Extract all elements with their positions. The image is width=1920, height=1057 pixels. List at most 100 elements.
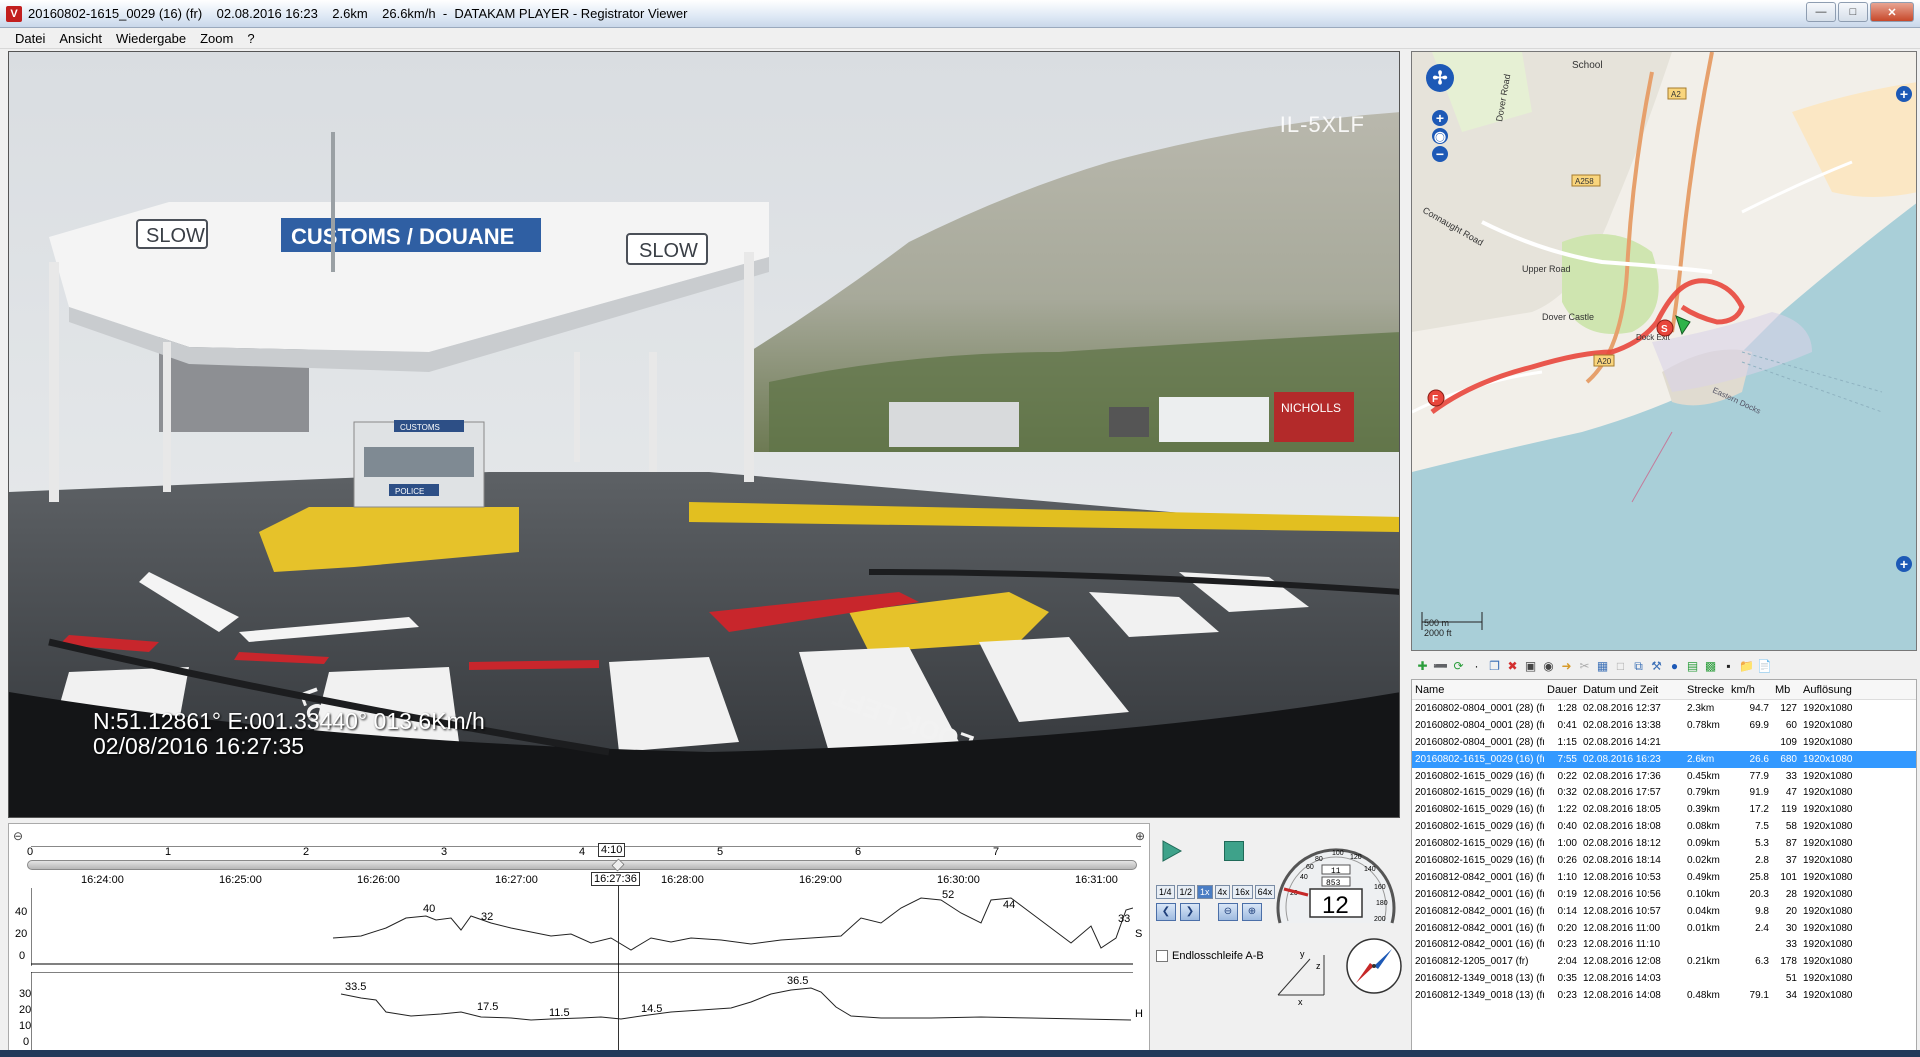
speed-16x-button[interactable]: 16x [1232,885,1253,899]
menu-help[interactable]: ? [240,31,261,46]
column-aufloesung[interactable]: Auflösung [1800,684,1858,696]
list-row[interactable]: 20160812-0842_0001 (16) (fr) 0:14 12.08.20… [1412,903,1916,920]
timeline-zoom-out-icon[interactable]: ⊖ [13,829,23,843]
map-canvas[interactable]: School A2 A258 Dover Road Connaught Road… [1412,52,1917,651]
chart-icon[interactable]: ▤ [1685,659,1700,674]
export-icon[interactable]: ➜ [1559,659,1574,674]
column-kmh[interactable]: km/h [1728,684,1772,696]
blank-icon[interactable]: □ [1613,659,1628,674]
list-row[interactable]: 20160812-0842_0001 (16) (fr) 0:20 12.08.20… [1412,920,1916,937]
list-row[interactable]: 20160802-1615_0029 (16) (fr) 0:26 02.08.20… [1412,852,1916,869]
maximize-icon[interactable]: □ [1838,2,1868,22]
list-row[interactable]: 20160812-1205_0017 (fr) 2:04 12.08.2016 12… [1412,953,1916,970]
next-icon[interactable]: ❯ [1180,903,1200,921]
app-icon: V [6,5,22,22]
cell-dauer: 0:19 [1557,888,1577,900]
list-row[interactable]: 20160802-0804_0001 (28) (fr) 1:15 02.08.20… [1412,734,1916,751]
cell-strecke: 0.49km [1687,871,1720,883]
list-row[interactable]: 20160802-1615_0029 (16) (fr) 0:40 02.08.20… [1412,818,1916,835]
cell-datum: 12.08.2016 10:56 [1583,888,1661,900]
speed-axis-0: 0 [19,950,26,962]
map-expand-bottom-icon[interactable]: + [1896,556,1912,572]
list-row[interactable]: 20160802-0804_0001 (28) (fr) 0:41 02.08.20… [1412,717,1916,734]
film-icon[interactable]: ▪ [1721,659,1736,674]
add-icon[interactable]: ✚ [1415,659,1430,674]
speed-half-button[interactable]: 1/2 [1176,885,1196,899]
time-tick: 16:30:00 [937,874,980,886]
gps-overlay: N:51.12861° E:001.33440° 013.6Km/h [93,708,485,734]
cell-strecke: 0.02km [1687,854,1720,866]
zoom-in-icon[interactable]: ⊕ [1242,903,1262,921]
loop-option[interactable]: Endlosschleife A-B [1156,950,1264,962]
speed-quarter-button[interactable]: 1/4 [1156,885,1175,899]
timeline-zoom-in-icon[interactable]: ⊕ [1135,829,1145,843]
remove-icon[interactable]: ➖ [1433,659,1448,674]
play-icon[interactable] [1160,839,1184,863]
cell-aufloesung: 1920x1080 [1803,871,1853,883]
map-zoom-in-icon[interactable]: + [1432,110,1448,126]
loop-checkbox[interactable] [1156,950,1168,962]
map-pan-icon[interactable]: ✢ [1426,64,1454,92]
map-globe-icon[interactable]: ◉ [1432,128,1448,144]
document-icon[interactable]: 📄 [1757,659,1772,674]
close-icon[interactable]: ✕ [1870,2,1914,22]
column-datum[interactable]: Datum und Zeit [1580,684,1684,696]
cell-aufloesung: 1920x1080 [1803,821,1853,833]
prev-icon[interactable]: ❮ [1156,903,1176,921]
list-row[interactable]: 20160802-1615_0029 (16) (fr) 1:00 02.08.20… [1412,835,1916,852]
list-row[interactable]: 20160812-0842_0001 (16) (fr) 0:19 12.08.20… [1412,886,1916,903]
cell-aufloesung: 1920x1080 [1803,787,1853,799]
list-row[interactable]: 20160802-1615_0029 (16) (fr) 0:32 02.08.20… [1412,784,1916,801]
list-row[interactable]: 20160812-0842_0001 (16) (fr) 1:10 12.08.20… [1412,869,1916,886]
column-strecke[interactable]: Strecke [1684,684,1728,696]
list-row[interactable]: 20160812-1349_0018 (13) (fr) 0:23 12.08.20… [1412,987,1916,1004]
speed-1x-button[interactable]: 1x [1197,885,1213,899]
speedo-tick-60: 60 [1306,864,1314,871]
list-row[interactable]: 20160802-1615_0029 (16) (fr) 1:22 02.08.20… [1412,801,1916,818]
cut-icon[interactable]: ✂ [1577,659,1592,674]
cell-aufloesung: 1920x1080 [1803,956,1853,968]
speed-4x-button[interactable]: 4x [1214,885,1231,899]
delete-icon[interactable]: ✖ [1505,659,1520,674]
menu-datei[interactable]: Datei [8,31,52,46]
map-expand-top-icon[interactable]: + [1896,86,1912,102]
video-frame[interactable]: NICHOLLS LOOK RIGHT LOOK LEFT SLO [8,51,1400,818]
speed-graph[interactable]: 40 32 52 44 33 [31,888,1133,966]
booth-label: CUSTOMS [400,423,440,432]
save-icon[interactable]: ▣ [1523,659,1538,674]
list-row[interactable]: 20160802-1615_0029 (16) (fr) 0:22 02.08.20… [1412,768,1916,785]
refresh-icon[interactable]: ⟳ [1451,659,1466,674]
column-name[interactable]: Name [1412,684,1544,696]
list-row[interactable]: 20160812-1349_0018 (13) (fr) 0:35 12.08.20… [1412,970,1916,987]
map-icon[interactable]: ▩ [1703,659,1718,674]
speedometer: 40 80 100 120 140 160 180 200 20 60 11 8… [1276,848,1396,924]
zoom-out-icon[interactable]: ⊖ [1218,903,1238,921]
column-dauer[interactable]: Dauer [1544,684,1580,696]
minimize-icon[interactable]: — [1806,2,1836,22]
list-row[interactable]: 20160802-0804_0001 (28) (fr) 1:28 02.08.20… [1412,700,1916,717]
tools-icon[interactable]: ⚒ [1649,659,1664,674]
menu-zoom[interactable]: Zoom [193,31,240,46]
stop-icon[interactable] [1224,841,1244,861]
cell-strecke: 0.08km [1687,821,1720,833]
list-row[interactable]: 20160802-1615_0029 (16) (fr) 7:55 02.08.20… [1412,750,1916,768]
cell-datum: 12.08.2016 11:00 [1583,922,1661,934]
camera-icon[interactable]: ◉ [1541,659,1556,674]
copy-icon[interactable]: ❐ [1487,659,1502,674]
layers-icon[interactable]: ⧉ [1631,659,1646,674]
speedo-tick-40: 40 [1300,874,1308,881]
folder-icon[interactable]: 📁 [1739,659,1754,674]
playback-controls: 1/4 1/2 1x 4x 16x 64x ❮ ❯ ⊖ ⊕ Endlosschl… [1150,823,1406,1055]
menu-ansicht[interactable]: Ansicht [52,31,109,46]
globe-icon[interactable]: ● [1667,659,1682,674]
timeline-scrubber[interactable] [27,860,1137,870]
map-view[interactable]: School A2 A258 Dover Road Connaught Road… [1411,51,1917,651]
properties-icon[interactable]: ▦ [1595,659,1610,674]
height-graph[interactable]: 33.5 17.5 11.5 14.5 36.5 [31,972,1133,1050]
loop-label: Endlosschleife A-B [1172,950,1264,962]
menu-wiedergabe[interactable]: Wiedergabe [109,31,193,46]
column-mb[interactable]: Mb [1772,684,1800,696]
cell-datum: 02.08.2016 17:57 [1583,787,1661,799]
map-zoom-out-icon[interactable]: − [1432,146,1448,162]
list-row[interactable]: 20160812-0842_0001 (16) (fr) 0:23 12.08.20… [1412,936,1916,953]
